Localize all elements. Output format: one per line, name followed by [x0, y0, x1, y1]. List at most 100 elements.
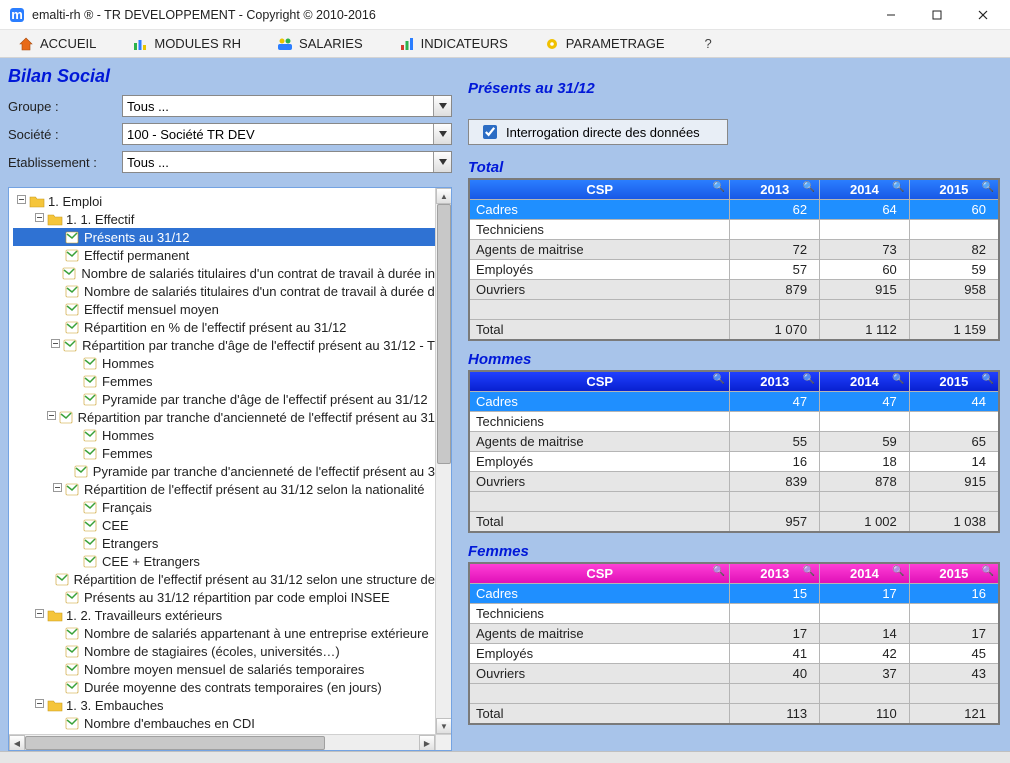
scroll-left-icon[interactable]: ◀: [9, 735, 25, 751]
magnifier-icon[interactable]: 🔍: [803, 566, 815, 577]
value-cell: 879: [730, 280, 820, 300]
scroll-right-icon[interactable]: ▶: [419, 735, 435, 751]
tree-node[interactable]: Nombre de salariés titulaires d'un contr…: [13, 282, 435, 300]
tree-node[interactable]: Présents au 31/12 répartition par code e…: [13, 588, 435, 606]
tree-node[interactable]: Répartition par tranche d'âge de l'effec…: [13, 336, 435, 354]
etablissement-select[interactable]: Tous ...: [122, 151, 452, 173]
groupe-select[interactable]: Tous ...: [122, 95, 452, 117]
tree-node[interactable]: Nombre d'embauches en CDI: [13, 714, 435, 732]
magnifier-icon[interactable]: 🔍: [982, 566, 994, 577]
row-label-cell: Agents de maitrise: [469, 240, 730, 260]
menu-parametrage[interactable]: PARAMETRAGE: [536, 33, 673, 55]
magnifier-icon[interactable]: 🔍: [713, 182, 725, 193]
tree-node[interactable]: 1. 3. Embauches: [13, 696, 435, 714]
tree-node[interactable]: Nombre de salariés appartenant à une ent…: [13, 624, 435, 642]
column-header[interactable]: 2015🔍: [909, 371, 999, 392]
scrollbar-thumb[interactable]: [25, 736, 325, 750]
tree-node[interactable]: Pyramide par tranche d'ancienneté de l'e…: [13, 462, 435, 480]
value-cell: 17: [730, 624, 820, 644]
tree-node[interactable]: Français: [13, 498, 435, 516]
value-cell: 915: [820, 280, 910, 300]
row-label-cell: Employés: [469, 260, 730, 280]
tree-node[interactable]: Femmes: [13, 444, 435, 462]
tree-hscrollbar[interactable]: ◀ ▶: [9, 734, 435, 750]
tree-vscrollbar[interactable]: ▲ ▼: [435, 188, 451, 734]
societe-select[interactable]: 100 - Société TR DEV: [122, 123, 452, 145]
magnifier-icon[interactable]: 🔍: [803, 374, 815, 385]
tree-node[interactable]: Répartition de l'effectif présent au 31/…: [13, 570, 435, 588]
tree-node[interactable]: Etrangers: [13, 534, 435, 552]
tree-node[interactable]: CEE + Etrangers: [13, 552, 435, 570]
menu-salaries[interactable]: SALARIES: [269, 33, 371, 55]
tree-node[interactable]: Femmes: [13, 372, 435, 390]
tree-collapse-icon[interactable]: [33, 699, 45, 711]
column-header[interactable]: 2013🔍: [730, 563, 820, 584]
tree-node[interactable]: Hommes: [13, 354, 435, 372]
menu-help[interactable]: ?: [693, 33, 724, 54]
tree-collapse-icon[interactable]: [50, 339, 62, 351]
menu-indicateurs[interactable]: INDICATEURS: [391, 33, 516, 55]
tree-node[interactable]: 1. Emploi: [13, 192, 435, 210]
tree-collapse-icon[interactable]: [15, 195, 27, 207]
menu-accueil-label: ACCUEIL: [40, 36, 96, 51]
tree-node[interactable]: Pyramide par tranche d'âge de l'effectif…: [13, 390, 435, 408]
column-header[interactable]: CSP🔍: [469, 371, 730, 392]
tree-node[interactable]: Répartition en % de l'effectif présent a…: [13, 318, 435, 336]
menu-modules-rh[interactable]: MODULES RH: [124, 33, 249, 55]
tree-node[interactable]: CEE: [13, 516, 435, 534]
total-label-cell: Total: [469, 320, 730, 341]
column-header[interactable]: 2014🔍: [820, 179, 910, 200]
column-header[interactable]: 2014🔍: [820, 371, 910, 392]
tree-node-label: Femmes: [102, 374, 153, 389]
window-close-button[interactable]: [960, 0, 1006, 30]
menu-accueil[interactable]: ACCUEIL: [10, 33, 104, 55]
table-row: Techniciens: [469, 220, 999, 240]
tree-node[interactable]: Effectif mensuel moyen: [13, 300, 435, 318]
total-label-cell: Total: [469, 512, 730, 533]
separator-row: [469, 300, 999, 320]
tree-node[interactable]: Nombre de salariés titulaires d'un contr…: [13, 264, 435, 282]
tree-node[interactable]: Hommes: [13, 426, 435, 444]
column-header[interactable]: 2015🔍: [909, 563, 999, 584]
scrollbar-thumb[interactable]: [437, 204, 451, 464]
tree-collapse-icon[interactable]: [33, 213, 45, 225]
value-cell: 17: [909, 624, 999, 644]
magnifier-icon[interactable]: 🔍: [892, 182, 904, 193]
table-row: Employés576059: [469, 260, 999, 280]
column-header[interactable]: CSP🔍: [469, 563, 730, 584]
tree-node[interactable]: Nombre moyen mensuel de salariés tempora…: [13, 660, 435, 678]
report-leaf-icon: [65, 248, 81, 262]
total-value-cell: 1 159: [909, 320, 999, 341]
tree-node[interactable]: Nombre de stagiaires (écoles, université…: [13, 642, 435, 660]
tree-collapse-icon[interactable]: [33, 609, 45, 621]
value-cell: 17: [820, 584, 910, 604]
tree-node[interactable]: Répartition de l'effectif présent au 31/…: [13, 480, 435, 498]
magnifier-icon[interactable]: 🔍: [803, 182, 815, 193]
direct-query-checkbox-row[interactable]: Interrogation directe des données: [468, 119, 728, 145]
magnifier-icon[interactable]: 🔍: [713, 566, 725, 577]
column-header[interactable]: CSP🔍: [469, 179, 730, 200]
direct-query-checkbox[interactable]: [483, 125, 497, 139]
tree-node[interactable]: Effectif permanent: [13, 246, 435, 264]
scroll-down-icon[interactable]: ▼: [436, 718, 452, 734]
magnifier-icon[interactable]: 🔍: [982, 182, 994, 193]
window-maximize-button[interactable]: [914, 0, 960, 30]
column-header[interactable]: 2014🔍: [820, 563, 910, 584]
tree-node[interactable]: Présents au 31/12: [13, 228, 435, 246]
tree-collapse-icon[interactable]: [46, 411, 56, 423]
column-header[interactable]: 2013🔍: [730, 179, 820, 200]
scroll-up-icon[interactable]: ▲: [436, 188, 452, 204]
tree-node[interactable]: Répartition par tranche d'ancienneté de …: [13, 408, 435, 426]
magnifier-icon[interactable]: 🔍: [713, 374, 725, 385]
tree-node[interactable]: 1. 1. Effectif: [13, 210, 435, 228]
column-header[interactable]: 2013🔍: [730, 371, 820, 392]
tree-collapse-icon[interactable]: [51, 483, 63, 495]
magnifier-icon[interactable]: 🔍: [892, 566, 904, 577]
column-header[interactable]: 2015🔍: [909, 179, 999, 200]
report-leaf-icon: [83, 356, 99, 370]
magnifier-icon[interactable]: 🔍: [892, 374, 904, 385]
window-minimize-button[interactable]: [868, 0, 914, 30]
tree-node[interactable]: Durée moyenne des contrats temporaires (…: [13, 678, 435, 696]
magnifier-icon[interactable]: 🔍: [982, 374, 994, 385]
tree-node[interactable]: 1. 2. Travailleurs extérieurs: [13, 606, 435, 624]
